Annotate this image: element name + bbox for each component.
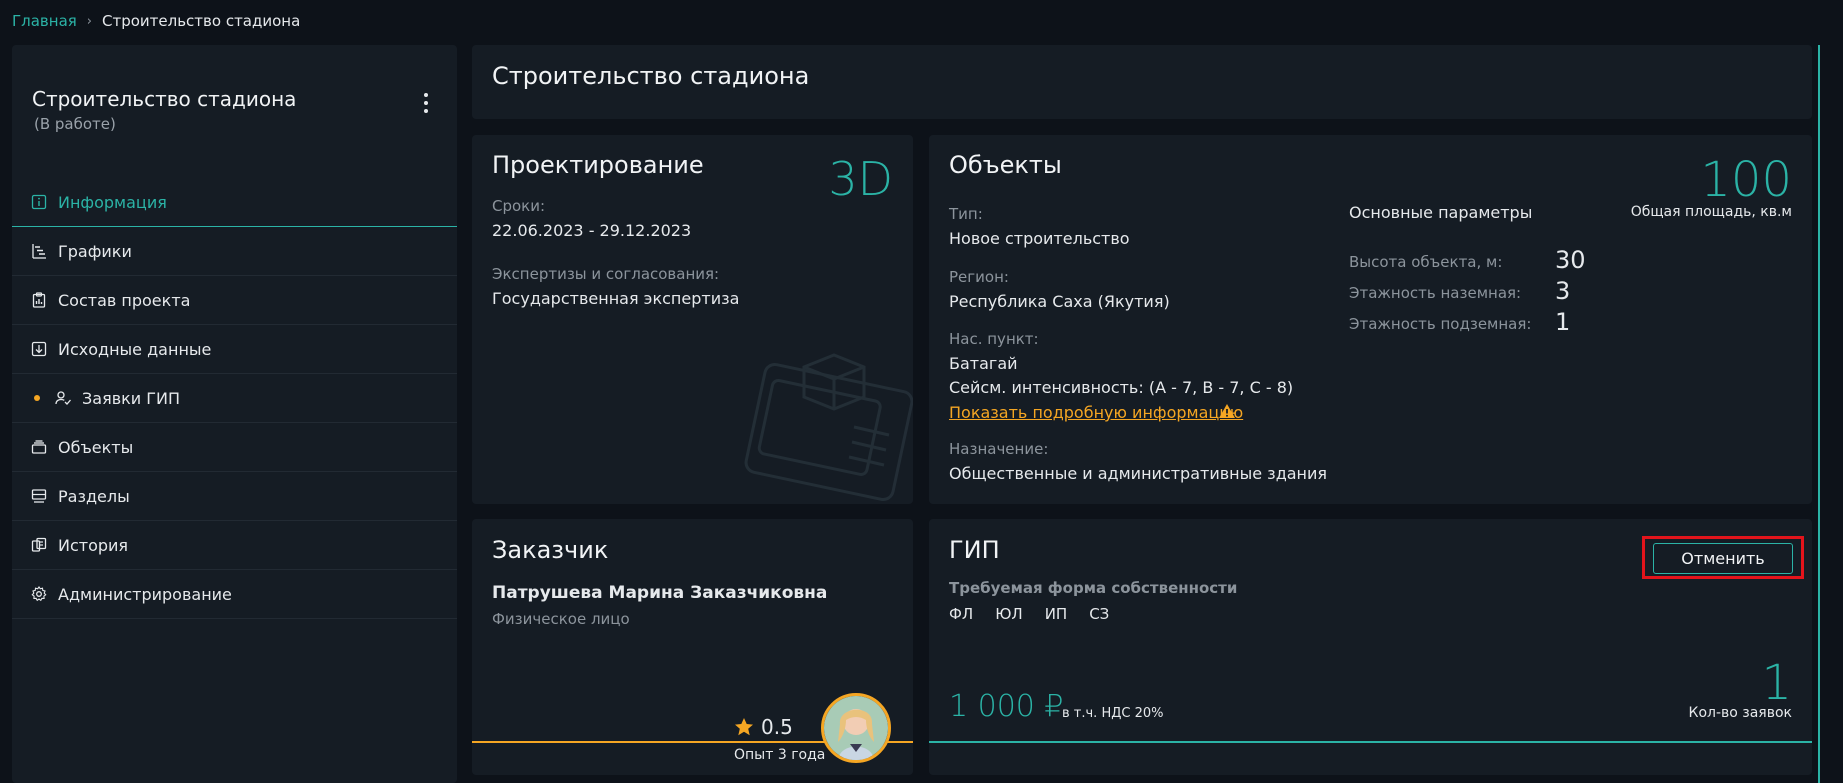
history-icon [30,536,48,554]
ownership-label: Требуемая форма собственности [949,579,1238,597]
locality-value: Батагай [949,354,1018,373]
sidebar-item-sections[interactable]: Разделы [12,472,457,521]
project-status: (В работе) [34,115,116,133]
total-area-label: Общая площадь, кв.м [1630,204,1792,220]
seismic-intensity: Сейсм. интенсивность: (A - 7, B - 7, C -… [949,378,1294,397]
breadcrumb-home-link[interactable]: Главная [12,12,77,30]
breadcrumb: Главная › Строительство стадиона [12,12,300,30]
requests-count: 1 [1761,655,1792,711]
param-value: 1 [1555,308,1571,336]
objects-title: Объекты [949,151,1062,179]
sidebar-item-label: Исходные данные [58,339,212,359]
dates-label: Сроки: [492,197,546,215]
customer-rating: 0.5 [761,715,793,739]
sidebar-item-objects[interactable]: Объекты [12,423,457,472]
sidebar-item-project-composition[interactable]: Состав проекта [12,276,457,325]
warning-icon [1219,404,1235,418]
scrollbar[interactable] [1818,45,1820,783]
sidebar-item-label: Администрирование [58,584,232,604]
requests-label: Кол-во заявок [1688,705,1793,721]
avatar[interactable] [821,693,891,763]
sidebar-item-charts[interactable]: Графики [12,227,457,276]
download-box-icon [30,340,48,358]
gip-divider [929,741,1812,743]
expertise-value: Государственная экспертиза [492,289,740,308]
page-title: Строительство стадиона [492,62,810,90]
sidebar-nav: Информация Графики Состав проекта Исходн… [12,178,457,619]
notification-dot [34,395,40,401]
sidebar-item-label: Разделы [58,486,130,506]
sidebar-item-label: Информация [58,192,167,212]
sections-icon [30,487,48,505]
cancel-button-highlight: Отменить [1642,536,1804,579]
sidebar-item-administration[interactable]: Администрирование [12,570,457,619]
ownership-form-fl: ФЛ [949,605,974,623]
ownership-form-ul: ЮЛ [995,605,1023,623]
sidebar-item-label: Объекты [58,437,134,457]
customer-name[interactable]: Патрушева Марина Заказчиковна [492,583,827,603]
page-header-card: Строительство стадиона [472,45,1812,119]
region-value: Республика Саха (Якутия) [949,292,1170,311]
purpose-label: Назначение: [949,440,1049,458]
gantt-icon [30,242,48,260]
design-card: Проектирование 3D Сроки: 22.06.2023 - 29… [472,135,913,504]
ownership-forms: ФЛ ЮЛ ИП СЗ [949,605,1109,623]
chevron-right-icon: › [86,13,92,29]
locality-label: Нас. пункт: [949,330,1039,348]
design-3d-badge: 3D [828,152,893,206]
total-area-value: 100 [1700,152,1792,208]
show-details-link[interactable]: Показать подробную информацию [949,403,1243,422]
ownership-form-ip: ИП [1044,605,1068,623]
sidebar-item-label: Графики [58,241,132,261]
stack-icon [30,438,48,456]
design-title: Проектирование [492,151,704,179]
gear-icon [30,585,48,603]
sidebar-item-gip-requests[interactable]: Заявки ГИП [12,374,457,423]
param-value: 30 [1555,246,1586,274]
project-title: Строительство стадиона [32,87,297,111]
star-icon [735,718,753,736]
objects-card: Объекты Тип: Новое строительство Регион:… [929,135,1812,504]
param-label: Высота объекта, м: [1349,253,1503,271]
vat-note: в т.ч. НДС 20% [1062,706,1164,721]
sidebar-item-label: История [58,535,129,555]
main-params-title: Основные параметры [1349,203,1533,222]
3d-model-watermark-icon [744,353,913,502]
type-value: Новое строительство [949,229,1130,248]
param-value: 3 [1555,277,1571,305]
more-vertical-icon[interactable] [423,93,429,113]
dates-value: 22.06.2023 - 29.12.2023 [492,221,692,240]
customer-type: Физическое лицо [492,610,630,628]
customer-title: Заказчик [492,536,609,564]
sidebar-item-source-data[interactable]: Исходные данные [12,325,457,374]
param-label: Этажность подземная: [1349,315,1532,333]
user-check-icon [54,389,72,407]
sidebar-item-info[interactable]: Информация [12,178,457,227]
clipboard-chart-icon [30,291,48,309]
sidebar-item-label: Состав проекта [58,290,191,310]
sidebar-item-label: Заявки ГИП [82,388,181,408]
price-value: 1 000 ₽ [949,689,1064,724]
type-label: Тип: [949,205,983,223]
region-label: Регион: [949,268,1009,286]
cancel-button[interactable]: Отменить [1653,543,1793,574]
customer-card: Заказчик Патрушева Марина Заказчиковна Ф… [472,519,913,775]
expertise-label: Экспертизы и согласования: [492,265,720,283]
param-label: Этажность наземная: [1349,284,1522,302]
breadcrumb-current: Строительство стадиона [102,12,301,30]
gip-title: ГИП [949,536,1000,564]
purpose-value: Общественные и административные здания [949,464,1328,483]
ownership-form-sz: СЗ [1089,605,1110,623]
sidebar: Строительство стадиона (В работе) Информ… [12,45,457,783]
sidebar-item-history[interactable]: История [12,521,457,570]
customer-experience: Опыт 3 года [734,747,826,763]
info-icon [30,193,48,211]
